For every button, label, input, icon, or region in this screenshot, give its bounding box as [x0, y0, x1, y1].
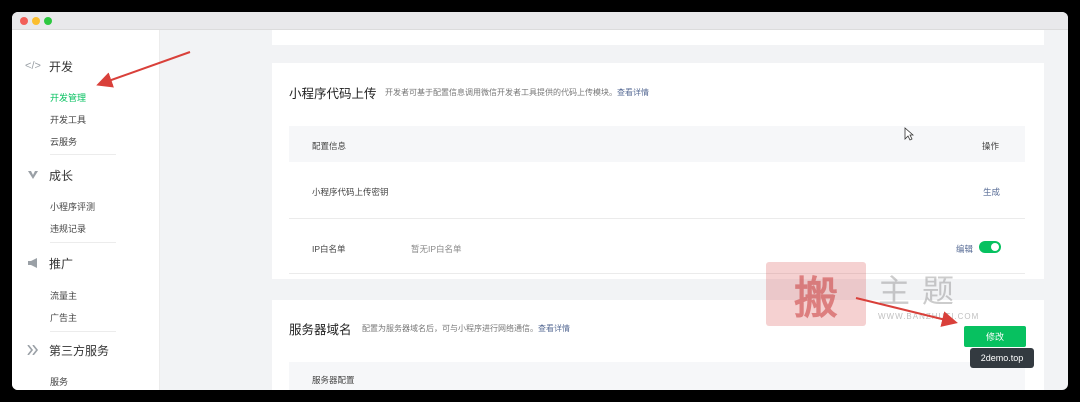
minimize-window-button[interactable] [32, 17, 40, 25]
card-title: 小程序代码上传 [289, 87, 377, 101]
sidebar-section-title: 第三方服务 [49, 343, 110, 358]
header-action: 操作 [982, 141, 1000, 151]
modify-button[interactable]: 修改 [964, 326, 1026, 347]
row-ip-whitelist-name: IP白名单 [312, 244, 346, 254]
third-party-icon [26, 343, 40, 357]
code-upload-card: 小程序代码上传 开发者可基于配置信息调用微信开发者工具提供的代码上传模块。查看详… [272, 63, 1044, 279]
sidebar: </> 开发 开发管理 开发工具 云服务 成长 小程序评测 违规记录 推广 流量… [12, 30, 160, 390]
main-content: 小程序代码上传 开发者可基于配置信息调用微信开发者工具提供的代码上传模块。查看详… [160, 30, 1068, 390]
header-server-config: 服务器配置 [312, 375, 355, 385]
sidebar-item-cloud-service[interactable]: 云服务 [50, 135, 77, 148]
sidebar-section-growth[interactable]: 成长 [26, 166, 73, 184]
sidebar-item-traffic-owner[interactable]: 流量主 [50, 289, 77, 302]
sidebar-section-title: 推广 [49, 256, 74, 271]
card-description: 开发者可基于配置信息调用微信开发者工具提供的代码上传模块。查看详情 [385, 87, 649, 98]
app-window: </> 开发 开发管理 开发工具 云服务 成长 小程序评测 违规记录 推广 流量… [12, 12, 1068, 390]
divider [50, 242, 116, 243]
header-config-info: 配置信息 [312, 141, 347, 151]
sidebar-item-service[interactable]: 服务 [50, 375, 68, 388]
sidebar-section-title: 成长 [49, 168, 74, 183]
table-header: 服务器配置 [289, 362, 1025, 390]
code-icon: </> [25, 60, 41, 72]
sidebar-item-dev-tools[interactable]: 开发工具 [50, 113, 86, 126]
description-text: 开发者可基于配置信息调用微信开发者工具提供的代码上传模块。 [385, 88, 617, 97]
close-window-button[interactable] [20, 17, 28, 25]
sidebar-section-title: 开发 [49, 59, 74, 74]
url-tooltip: 2demo.top [970, 348, 1034, 368]
row-divider [289, 218, 1025, 219]
divider [50, 154, 116, 155]
sidebar-item-violations[interactable]: 违规记录 [50, 222, 86, 235]
card-description: 配置为服务器域名后，可与小程序进行网络通信。查看详情 [362, 323, 570, 334]
edit-link[interactable]: 编辑 [956, 243, 973, 255]
megaphone-icon [26, 256, 40, 270]
details-link[interactable]: 查看详情 [617, 88, 649, 97]
table-header: 配置信息 操作 [289, 126, 1025, 162]
watermark-text: 主题 [878, 272, 967, 310]
title-bar [12, 12, 1068, 30]
sidebar-section-promotion[interactable]: 推广 [26, 254, 73, 272]
watermark-seal: 搬 [766, 262, 866, 326]
ip-whitelist-toggle[interactable] [979, 241, 1001, 253]
maximize-window-button[interactable] [44, 17, 52, 25]
card-title: 服务器域名 [289, 323, 352, 337]
divider [50, 331, 116, 332]
sidebar-section-dev[interactable]: </> 开发 [25, 57, 74, 75]
row-ip-whitelist-value: 暂无IP白名单 [411, 244, 462, 254]
sidebar-item-advertiser[interactable]: 广告主 [50, 311, 77, 324]
previous-card [272, 30, 1044, 45]
details-link[interactable]: 查看详情 [538, 324, 570, 333]
description-text: 配置为服务器域名后，可与小程序进行网络通信。 [362, 324, 538, 333]
cursor-icon [904, 127, 914, 141]
sidebar-section-third-party[interactable]: 第三方服务 [26, 341, 109, 359]
watermark: 搬 主题 WWW.BANZHUTI.COM [766, 262, 990, 328]
watermark-url: WWW.BANZHUTI.COM [878, 312, 980, 321]
generate-link[interactable]: 生成 [983, 186, 1000, 198]
row-upload-key-name: 小程序代码上传密钥 [312, 187, 389, 197]
sidebar-item-dev-management[interactable]: 开发管理 [50, 91, 86, 104]
growth-icon [26, 168, 40, 182]
sidebar-item-evaluation[interactable]: 小程序评测 [50, 200, 95, 213]
